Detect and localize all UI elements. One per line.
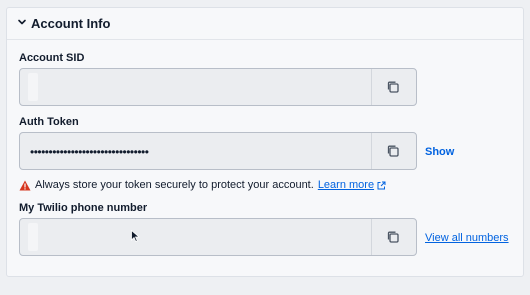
auth-token-value: ••••••••••••••••••••••••••••••••: [30, 145, 149, 159]
copy-phone-number-button[interactable]: [371, 219, 416, 255]
warning-text: Always store your token securely to prot…: [35, 179, 314, 191]
copy-icon: [387, 231, 399, 243]
view-all-numbers-link[interactable]: View all numbers: [425, 232, 509, 244]
warning-icon: [19, 180, 31, 190]
token-warning: Always store your token securely to prot…: [19, 179, 386, 191]
redacted-value: [28, 73, 38, 101]
auth-token-field[interactable]: ••••••••••••••••••••••••••••••••: [19, 132, 417, 170]
mouse-cursor-icon: [131, 230, 140, 242]
chevron-down-icon: [18, 19, 26, 25]
auth-token-label: Auth Token: [19, 116, 79, 128]
learn-more-link[interactable]: Learn more: [318, 179, 374, 191]
section-title: Account Info: [31, 16, 111, 31]
account-info-header[interactable]: Account Info: [7, 8, 523, 40]
external-link-icon: [377, 181, 386, 189]
copy-icon: [387, 81, 399, 93]
copy-account-sid-button[interactable]: [371, 69, 416, 105]
account-info-panel: Account Info Account SID Auth Token ••••…: [6, 7, 524, 277]
phone-number-field[interactable]: [19, 218, 417, 256]
copy-icon: [387, 145, 399, 157]
account-sid-field[interactable]: [19, 68, 417, 106]
phone-number-label: My Twilio phone number: [19, 202, 148, 214]
account-sid-label: Account SID: [19, 52, 85, 64]
redacted-value: [28, 223, 38, 251]
show-token-link[interactable]: Show: [425, 146, 454, 158]
copy-auth-token-button[interactable]: [371, 133, 416, 169]
